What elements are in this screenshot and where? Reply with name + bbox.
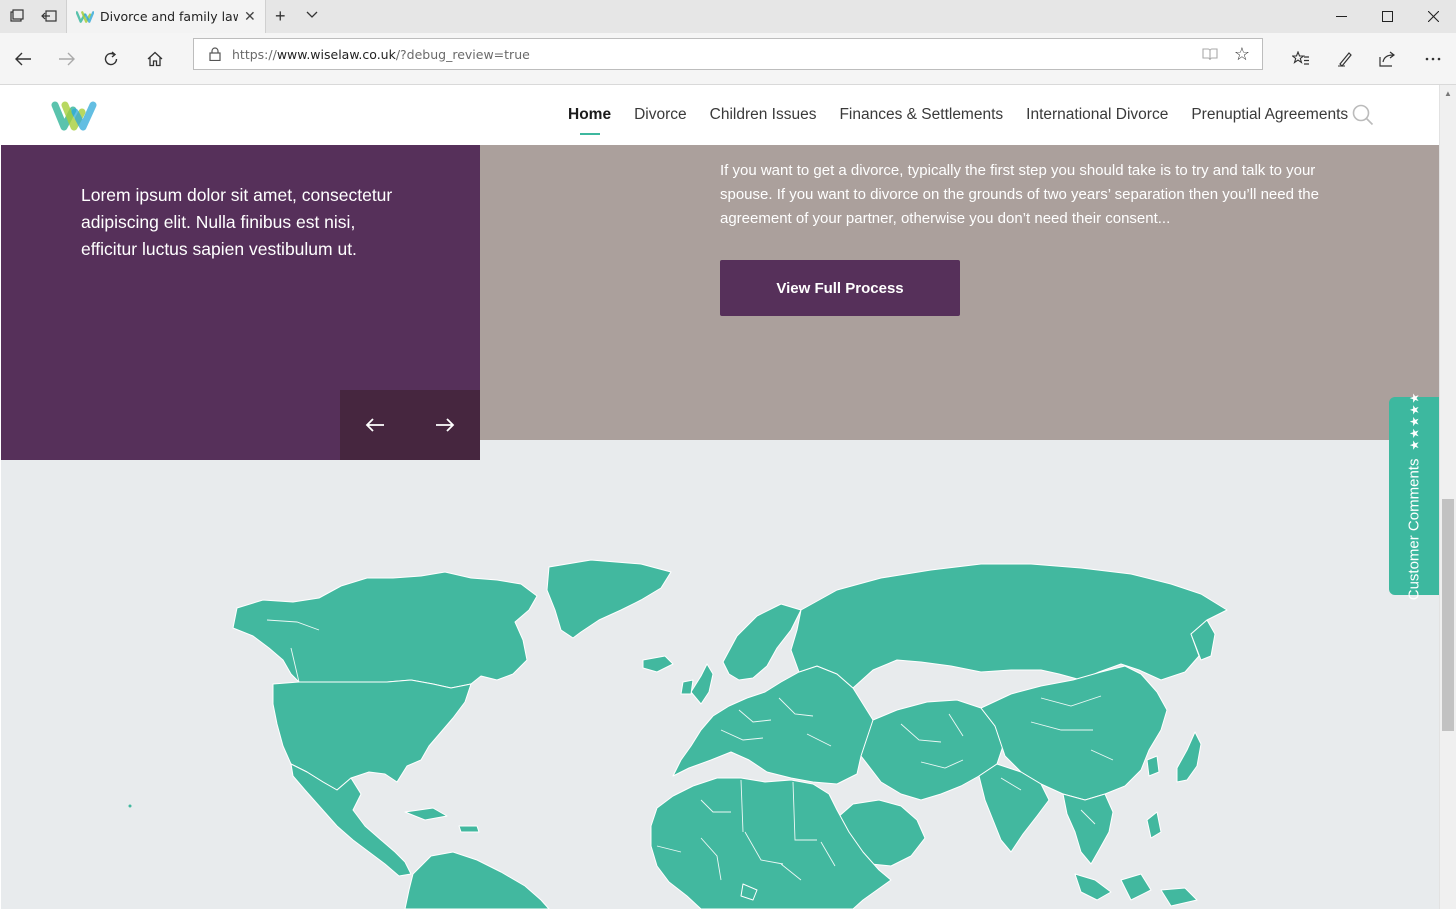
browser-tab-strip: Divorce and family law a ✕ +: [0, 0, 1456, 33]
main-navigation: Home Divorce Children Issues Finances & …: [568, 85, 1371, 145]
page-scrollbar[interactable]: ▲: [1439, 85, 1456, 909]
lock-icon: [209, 47, 221, 61]
tab-list-chevron-icon[interactable]: [306, 8, 318, 22]
site-header: Home Divorce Children Issues Finances & …: [1, 85, 1439, 145]
refresh-icon[interactable]: [96, 44, 126, 74]
new-tab-icon[interactable]: +: [275, 6, 286, 27]
close-window-icon[interactable]: [1410, 0, 1456, 33]
tab-title: Divorce and family law a: [100, 9, 238, 24]
tab-actions-icon[interactable]: [6, 6, 28, 26]
browser-tab[interactable]: Divorce and family law a ✕: [66, 0, 266, 33]
home-icon[interactable]: [140, 44, 170, 74]
scroll-up-arrow-icon[interactable]: ▲: [1444, 89, 1452, 98]
forward-arrow-icon[interactable]: [52, 44, 82, 74]
search-icon[interactable]: [1352, 104, 1374, 126]
address-bar[interactable]: https://www.wiselaw.co.uk/?debug_review=…: [193, 38, 1263, 70]
more-options-icon[interactable]: [1418, 44, 1448, 74]
rating-stars-icon: ★★★★★: [1407, 391, 1421, 451]
customer-comments-label: Customer Comments ★★★★★: [1405, 391, 1423, 601]
view-full-process-button[interactable]: View Full Process: [720, 260, 960, 316]
back-arrow-icon[interactable]: [8, 44, 38, 74]
slider-prev-arrow-icon[interactable]: [340, 390, 410, 460]
url-text: https://www.wiselaw.co.uk/?debug_review=…: [232, 46, 530, 62]
close-tab-icon[interactable]: ✕: [244, 8, 256, 25]
nav-divorce[interactable]: Divorce: [634, 85, 687, 145]
nav-international-divorce[interactable]: International Divorce: [1026, 85, 1168, 145]
browser-toolbar: https://www.wiselaw.co.uk/?debug_review=…: [0, 33, 1456, 85]
slider-controls: [340, 390, 480, 460]
process-description: If you want to get a divorce, typically …: [720, 162, 1319, 227]
hero-text-panel: Lorem ipsum dolor sit amet, consectetur …: [1, 145, 480, 460]
hero-body-text: Lorem ipsum dolor sit amet, consectetur …: [81, 185, 393, 259]
process-panel: If you want to get a divorce, typically …: [480, 145, 1439, 440]
nav-finances-settlements[interactable]: Finances & Settlements: [839, 85, 1003, 145]
web-note-pen-icon[interactable]: [1330, 44, 1360, 74]
customer-comments-tab[interactable]: Customer Comments ★★★★★: [1389, 392, 1439, 600]
site-favicon-icon: [76, 10, 94, 23]
nav-children-issues[interactable]: Children Issues: [710, 85, 817, 145]
share-icon[interactable]: [1373, 44, 1403, 74]
set-aside-tabs-icon[interactable]: [38, 6, 60, 26]
scrollbar-thumb[interactable]: [1442, 499, 1454, 731]
nav-prenuptial-agreements[interactable]: Prenuptial Agreements: [1191, 85, 1348, 145]
minimize-window-icon[interactable]: [1318, 0, 1364, 33]
maximize-window-icon[interactable]: [1364, 0, 1410, 33]
favorite-star-icon[interactable]: ☆: [1234, 44, 1250, 65]
reading-view-icon[interactable]: [1202, 47, 1218, 64]
nav-home[interactable]: Home: [568, 85, 611, 145]
page-viewport: Home Divorce Children Issues Finances & …: [1, 85, 1439, 909]
world-map: [128, 559, 1228, 909]
wiselaw-logo[interactable]: [51, 100, 97, 132]
favorites-hub-icon[interactable]: [1286, 44, 1316, 74]
slider-next-arrow-icon[interactable]: [410, 390, 480, 460]
